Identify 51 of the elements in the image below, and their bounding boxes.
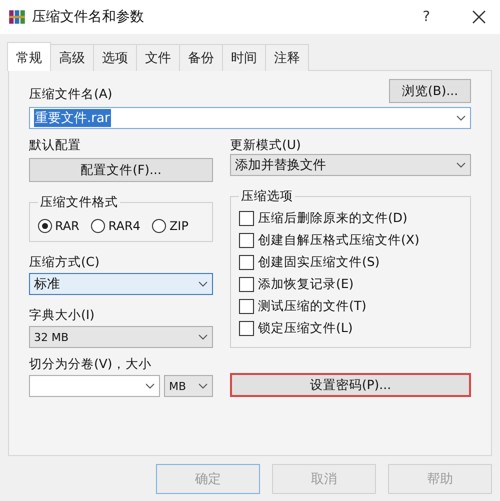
radio-button[interactable] [91, 219, 106, 233]
unit-dropdown[interactable]: MB [164, 375, 213, 397]
field-label: 压缩方式(C) [29, 254, 100, 271]
checkbox[interactable] [239, 320, 254, 336]
radio-label: ZIP [169, 219, 188, 233]
compression-method-dropdown[interactable]: 标准 [29, 273, 213, 295]
close-icon[interactable] [472, 10, 486, 24]
chevron-icon [198, 281, 208, 287]
tab[interactable]: 时间 [222, 44, 266, 71]
tab[interactable]: 文件 [136, 44, 180, 71]
radio-button[interactable] [38, 219, 52, 233]
checkbox-label: 添加恢复记录(E) [258, 276, 354, 292]
checkbox[interactable] [239, 232, 254, 248]
checkbox[interactable] [239, 210, 254, 226]
window-title: 压缩文件名和参数 [32, 8, 144, 26]
browse-button[interactable]: 浏览(B)... [389, 79, 471, 103]
checkbox-label: 创建自解压格式压缩文件(X) [258, 232, 420, 248]
tab[interactable]: 常规 [7, 42, 51, 71]
chevron-icon [198, 334, 208, 340]
help-button[interactable]: ? [416, 8, 436, 26]
app-icon [8, 8, 26, 26]
set-password-button[interactable]: 设置密码(P)... [230, 373, 471, 397]
checkbox-label: 压缩后删除原来的文件(D) [258, 210, 408, 226]
tab[interactable]: 选项 [93, 44, 137, 71]
group-title: 压缩文件格式 [39, 194, 119, 211]
chevron-icon [456, 115, 466, 121]
checkbox-label: 锁定压缩文件(L) [258, 320, 353, 336]
tab[interactable]: 高级 [50, 44, 94, 71]
checkbox[interactable] [239, 276, 254, 292]
checkbox[interactable] [239, 298, 254, 314]
field-label: 字典大小(I) [29, 307, 96, 324]
profiles-button[interactable]: 配置文件(F)... [29, 158, 213, 182]
tab[interactable]: 备份 [179, 44, 223, 71]
field-label: 更新模式(U) [230, 137, 302, 154]
radio-label: RAR [55, 219, 80, 233]
chevron-icon [456, 162, 466, 168]
group-title: 压缩选项 [240, 188, 294, 205]
dictionary-size-dropdown[interactable]: 32 MB [29, 326, 213, 348]
archive-name-combo[interactable]: 重要文件.rar [29, 107, 471, 129]
checkbox-label: 测试压缩的文件(T) [258, 298, 366, 314]
chevron-icon [145, 383, 155, 389]
radio-button[interactable] [152, 219, 166, 233]
field-label: 切分为分卷(V)，大小 [29, 356, 152, 373]
tab[interactable]: 注释 [265, 44, 309, 71]
checkbox[interactable] [239, 254, 254, 270]
field-label: 压缩文件名(A) [29, 86, 112, 103]
radio-label: RAR4 [108, 219, 140, 233]
chevron-icon [198, 383, 208, 389]
checkbox-label: 创建固实压缩文件(S) [258, 254, 380, 270]
update-mode-dropdown[interactable]: 添加并替换文件 [230, 154, 471, 176]
field-label: 默认配置 [29, 137, 82, 154]
